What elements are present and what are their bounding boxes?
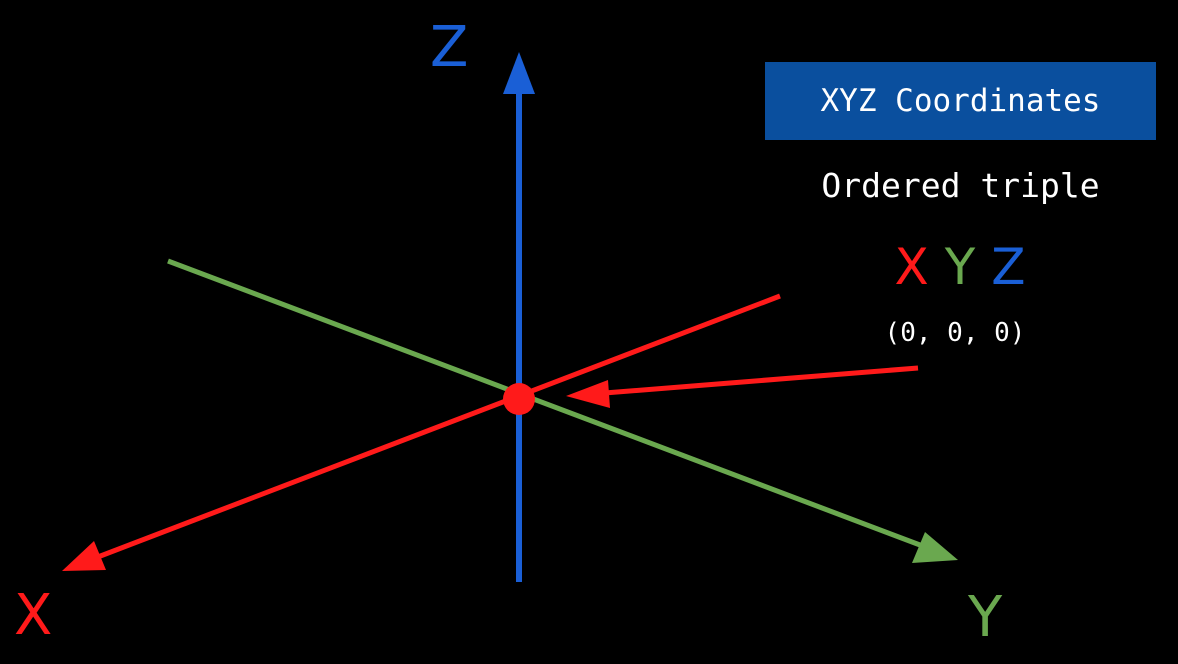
origin-point-icon (503, 383, 535, 415)
triple-x-letter: X (894, 238, 929, 296)
x-axis-arrowhead (62, 541, 106, 571)
pointer-arrowhead (566, 380, 610, 408)
arrow-icon (591, 365, 919, 397)
title-box: XYZ Coordinates (765, 62, 1156, 140)
y-axis-line (167, 258, 929, 551)
ordered-triple-letters: XYZ (860, 242, 1060, 292)
triple-z-letter: Z (991, 238, 1026, 296)
triple-y-letter: Y (944, 238, 976, 296)
y-axis-label: Y (968, 585, 1003, 650)
y-axis-arrowhead (912, 532, 958, 563)
z-axis-label: Z (430, 15, 469, 80)
subtitle: Ordered triple (821, 166, 1100, 205)
coordinate-diagram: Z X Y XYZ Coordinates Ordered triple XYZ… (0, 0, 1178, 664)
x-axis-line (89, 293, 781, 563)
origin-coordinates: (0, 0, 0) (884, 318, 1026, 348)
x-axis-label: X (14, 583, 53, 648)
z-axis-arrowhead (503, 52, 535, 94)
